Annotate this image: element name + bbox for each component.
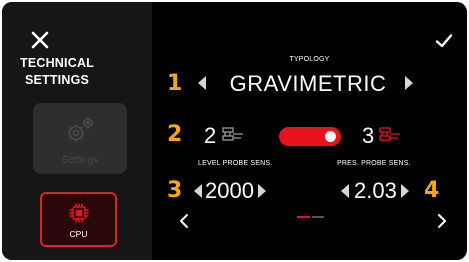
chevron-left-icon xyxy=(180,214,188,228)
probe-toggle-switch[interactable] xyxy=(279,127,341,146)
close-icon xyxy=(31,31,49,49)
cpu-button[interactable]: CPU xyxy=(40,192,117,247)
close-button[interactable] xyxy=(30,30,50,50)
typology-prev-arrow[interactable] xyxy=(198,76,206,90)
level-probe-value: 2000 xyxy=(205,178,254,203)
pres-probe-decrease[interactable] xyxy=(341,184,349,198)
page-indicator-active xyxy=(297,216,310,218)
step-4-marker: 4 xyxy=(424,178,440,203)
device-screen: TECHNICAL SETTINGS Settings CPU TYPOLOGY… xyxy=(2,2,467,260)
page-title-line1: TECHNICAL xyxy=(19,56,95,70)
probe-icon xyxy=(222,127,243,141)
pres-probe-increase[interactable] xyxy=(401,184,409,198)
probe-option-right: 3 xyxy=(362,123,375,148)
next-page-button[interactable] xyxy=(436,213,448,229)
page-title-line2: SETTINGS xyxy=(24,73,90,87)
pres-probe-value: 2.03 xyxy=(354,178,397,203)
chevron-right-icon xyxy=(438,214,446,228)
confirm-button[interactable] xyxy=(435,33,453,49)
toggle-knob xyxy=(325,131,336,142)
step-1-marker: 1 xyxy=(167,71,183,96)
level-probe-increase[interactable] xyxy=(258,184,266,198)
step-2-marker: 2 xyxy=(167,122,183,147)
level-probe-decrease[interactable] xyxy=(194,184,202,198)
pres-probe-label: PRES. PROBE SENS. xyxy=(337,160,411,167)
sidebar: TECHNICAL SETTINGS Settings CPU xyxy=(2,2,152,260)
check-icon xyxy=(435,34,453,48)
typology-value: GRAVIMETRIC xyxy=(229,71,387,96)
page-indicator-inactive xyxy=(312,216,324,218)
cpu-button-label: CPU xyxy=(69,229,88,239)
typology-label: TYPOLOGY xyxy=(289,56,330,63)
level-probe-label: LEVEL PROBE SENS. xyxy=(198,160,273,167)
probe-icon xyxy=(379,127,400,141)
page-title: TECHNICAL SETTINGS xyxy=(2,55,112,89)
step-3-marker: 3 xyxy=(167,178,183,203)
gear-icon xyxy=(67,117,94,142)
previous-page-button[interactable] xyxy=(178,213,190,229)
main-panel: TYPOLOGY 1 GRAVIMETRIC 2 2 3 LEVEL PROBE… xyxy=(152,2,467,260)
probe-option-left: 2 xyxy=(204,123,217,148)
typology-next-arrow[interactable] xyxy=(405,76,413,90)
cpu-icon xyxy=(69,203,89,223)
page-indicator xyxy=(297,216,327,218)
settings-button-label: Settings xyxy=(61,155,99,166)
settings-button[interactable]: Settings xyxy=(33,103,127,174)
